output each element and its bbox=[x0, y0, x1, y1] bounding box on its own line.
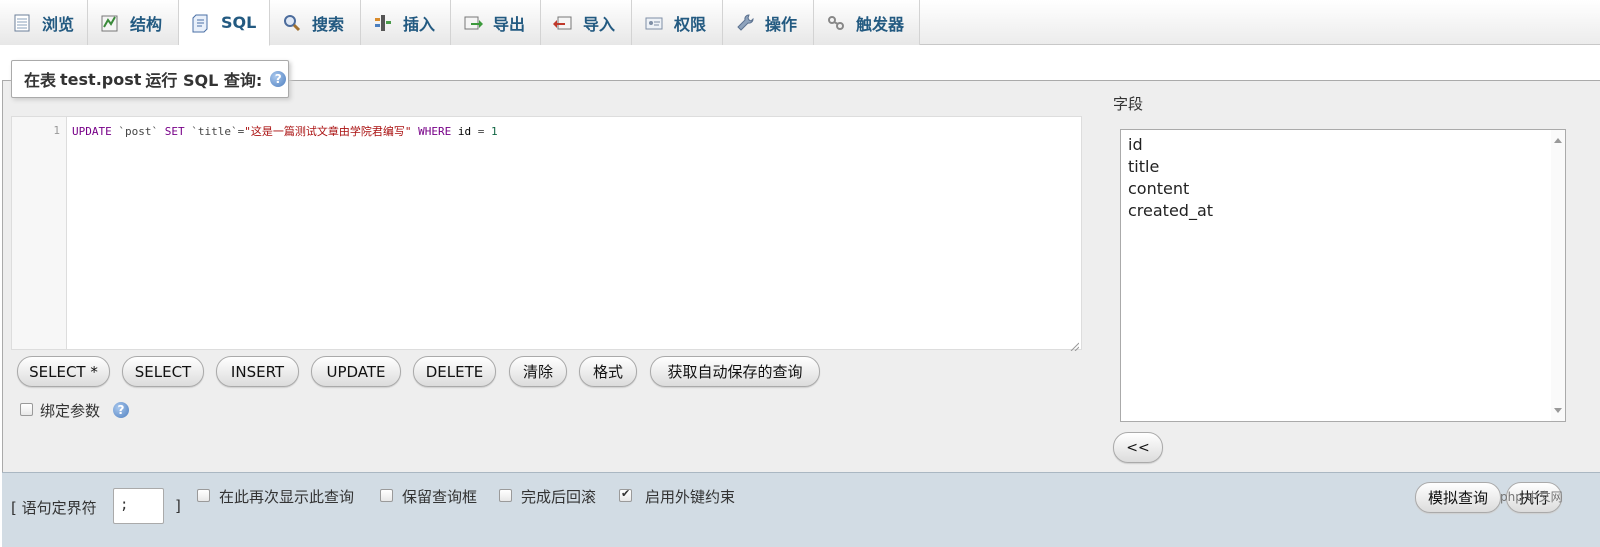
fields-label: 字段 bbox=[1113, 95, 1144, 113]
code-string: "这是一篇测试文章由学院君编写" bbox=[244, 125, 412, 138]
bind-params-checkbox[interactable] bbox=[20, 403, 33, 416]
scroll-up-icon[interactable] bbox=[1554, 138, 1562, 143]
tab-label: 插入 bbox=[403, 14, 436, 34]
line-number: 1 bbox=[53, 124, 60, 137]
tab-label: 结构 bbox=[130, 14, 163, 34]
simulate-query-button[interactable]: 模拟查询 bbox=[1415, 482, 1501, 513]
tab-operations[interactable]: 操作 bbox=[723, 0, 814, 45]
delete-button[interactable]: DELETE bbox=[413, 356, 496, 387]
get-autosaved-query-button[interactable]: 获取自动保存的查询 bbox=[650, 356, 820, 387]
field-item-created-at[interactable]: created_at bbox=[1128, 200, 1565, 222]
delimiter-close: ] bbox=[175, 497, 181, 515]
search-icon bbox=[281, 12, 303, 34]
rollback-when-finished-checkbox[interactable] bbox=[499, 489, 512, 502]
code-keyword: UPDATE bbox=[72, 125, 112, 138]
scroll-down-icon[interactable] bbox=[1554, 408, 1562, 413]
show-query-again-label: 在此再次显示此查询 bbox=[219, 488, 355, 506]
privileges-icon bbox=[643, 12, 665, 34]
retain-query-box-label: 保留查询框 bbox=[402, 488, 478, 506]
select-star-button[interactable]: SELECT * bbox=[17, 356, 110, 387]
delimiter-input[interactable]: ; bbox=[113, 488, 164, 524]
field-item-title[interactable]: title bbox=[1128, 156, 1565, 178]
tab-privileges[interactable]: 权限 bbox=[632, 0, 723, 45]
tab-label: 浏览 bbox=[42, 14, 75, 34]
enable-foreign-keys-label: 启用外键约束 bbox=[645, 488, 736, 506]
bind-params-label: 绑定参数 bbox=[40, 402, 101, 420]
tab-import[interactable]: 导入 bbox=[541, 0, 632, 45]
fields-listbox[interactable]: id title content created_at bbox=[1120, 129, 1566, 422]
field-item-id[interactable]: id bbox=[1128, 134, 1565, 156]
tab-label: 导入 bbox=[583, 14, 616, 34]
legend-suffix: 运行 SQL 查询: bbox=[145, 71, 263, 90]
rollback-when-finished-label: 完成后回滚 bbox=[521, 488, 597, 506]
insert-button[interactable]: INSERT bbox=[216, 356, 299, 387]
wrench-icon bbox=[734, 12, 756, 34]
sql-code-line[interactable]: UPDATE `post` SET `title`="这是一篇测试文章由学院君编… bbox=[72, 123, 1075, 139]
clear-button[interactable]: 清除 bbox=[509, 356, 567, 387]
select-button[interactable]: SELECT bbox=[122, 356, 204, 387]
tab-label: 权限 bbox=[674, 14, 707, 34]
insert-field-button[interactable]: << bbox=[1113, 432, 1163, 463]
tab-triggers[interactable]: 触发器 bbox=[814, 0, 920, 45]
import-icon bbox=[552, 12, 574, 34]
format-button[interactable]: 格式 bbox=[579, 356, 637, 387]
update-button[interactable]: UPDATE bbox=[311, 356, 401, 387]
field-item-content[interactable]: content bbox=[1128, 178, 1565, 200]
tab-label: SQL bbox=[221, 13, 257, 32]
structure-icon bbox=[99, 12, 121, 34]
tab-browse[interactable]: 浏览 bbox=[0, 0, 88, 45]
export-icon bbox=[462, 12, 484, 34]
code-identifier: `post` bbox=[118, 125, 159, 138]
code-identifier: `title` bbox=[191, 125, 238, 138]
legend-prefix: 在表 bbox=[24, 71, 57, 90]
sql-editor[interactable]: 1 UPDATE `post` SET `title`="这是一篇测试文章由学院… bbox=[11, 116, 1082, 352]
tab-structure[interactable]: 结构 bbox=[88, 0, 179, 45]
delimiter-label: [ 语句定界符 bbox=[11, 499, 97, 517]
line-number-gutter: 1 bbox=[12, 117, 67, 349]
tab-search[interactable]: 搜索 bbox=[270, 0, 361, 45]
help-icon[interactable]: ? bbox=[270, 71, 287, 87]
enable-foreign-keys-checkbox[interactable] bbox=[619, 487, 632, 502]
help-icon[interactable]: ? bbox=[113, 402, 129, 418]
resize-grip-icon[interactable] bbox=[1069, 337, 1080, 352]
code-column: id bbox=[451, 125, 478, 138]
tab-label: 导出 bbox=[493, 14, 526, 34]
tab-export[interactable]: 导出 bbox=[451, 0, 541, 45]
code-keyword: WHERE bbox=[418, 125, 452, 138]
tab-label: 搜索 bbox=[312, 14, 345, 34]
tab-sql[interactable]: SQL bbox=[179, 0, 270, 46]
tab-label: 触发器 bbox=[856, 14, 905, 34]
sql-icon bbox=[190, 12, 212, 34]
tab-bar: 浏览 结构 SQL 搜索 插入 导出 导入 权限 操作 触发器 bbox=[0, 0, 1600, 46]
watermark-text: php 中文网 bbox=[1500, 490, 1563, 504]
code-keyword: SET bbox=[164, 125, 185, 138]
show-query-again-checkbox[interactable] bbox=[197, 489, 210, 502]
insert-icon bbox=[372, 12, 394, 34]
code-number: 1 bbox=[490, 125, 498, 138]
browse-icon bbox=[11, 12, 33, 34]
retain-query-box-checkbox[interactable] bbox=[380, 489, 393, 502]
tab-label: 操作 bbox=[765, 14, 798, 34]
query-options-bar bbox=[2, 472, 1600, 547]
legend-table-name: test.post bbox=[60, 69, 142, 89]
query-legend: 在表 test.post 运行 SQL 查询: ? bbox=[11, 60, 289, 98]
triggers-icon bbox=[825, 12, 847, 34]
tab-insert[interactable]: 插入 bbox=[361, 0, 451, 45]
fields-scrollbar[interactable] bbox=[1551, 130, 1565, 421]
